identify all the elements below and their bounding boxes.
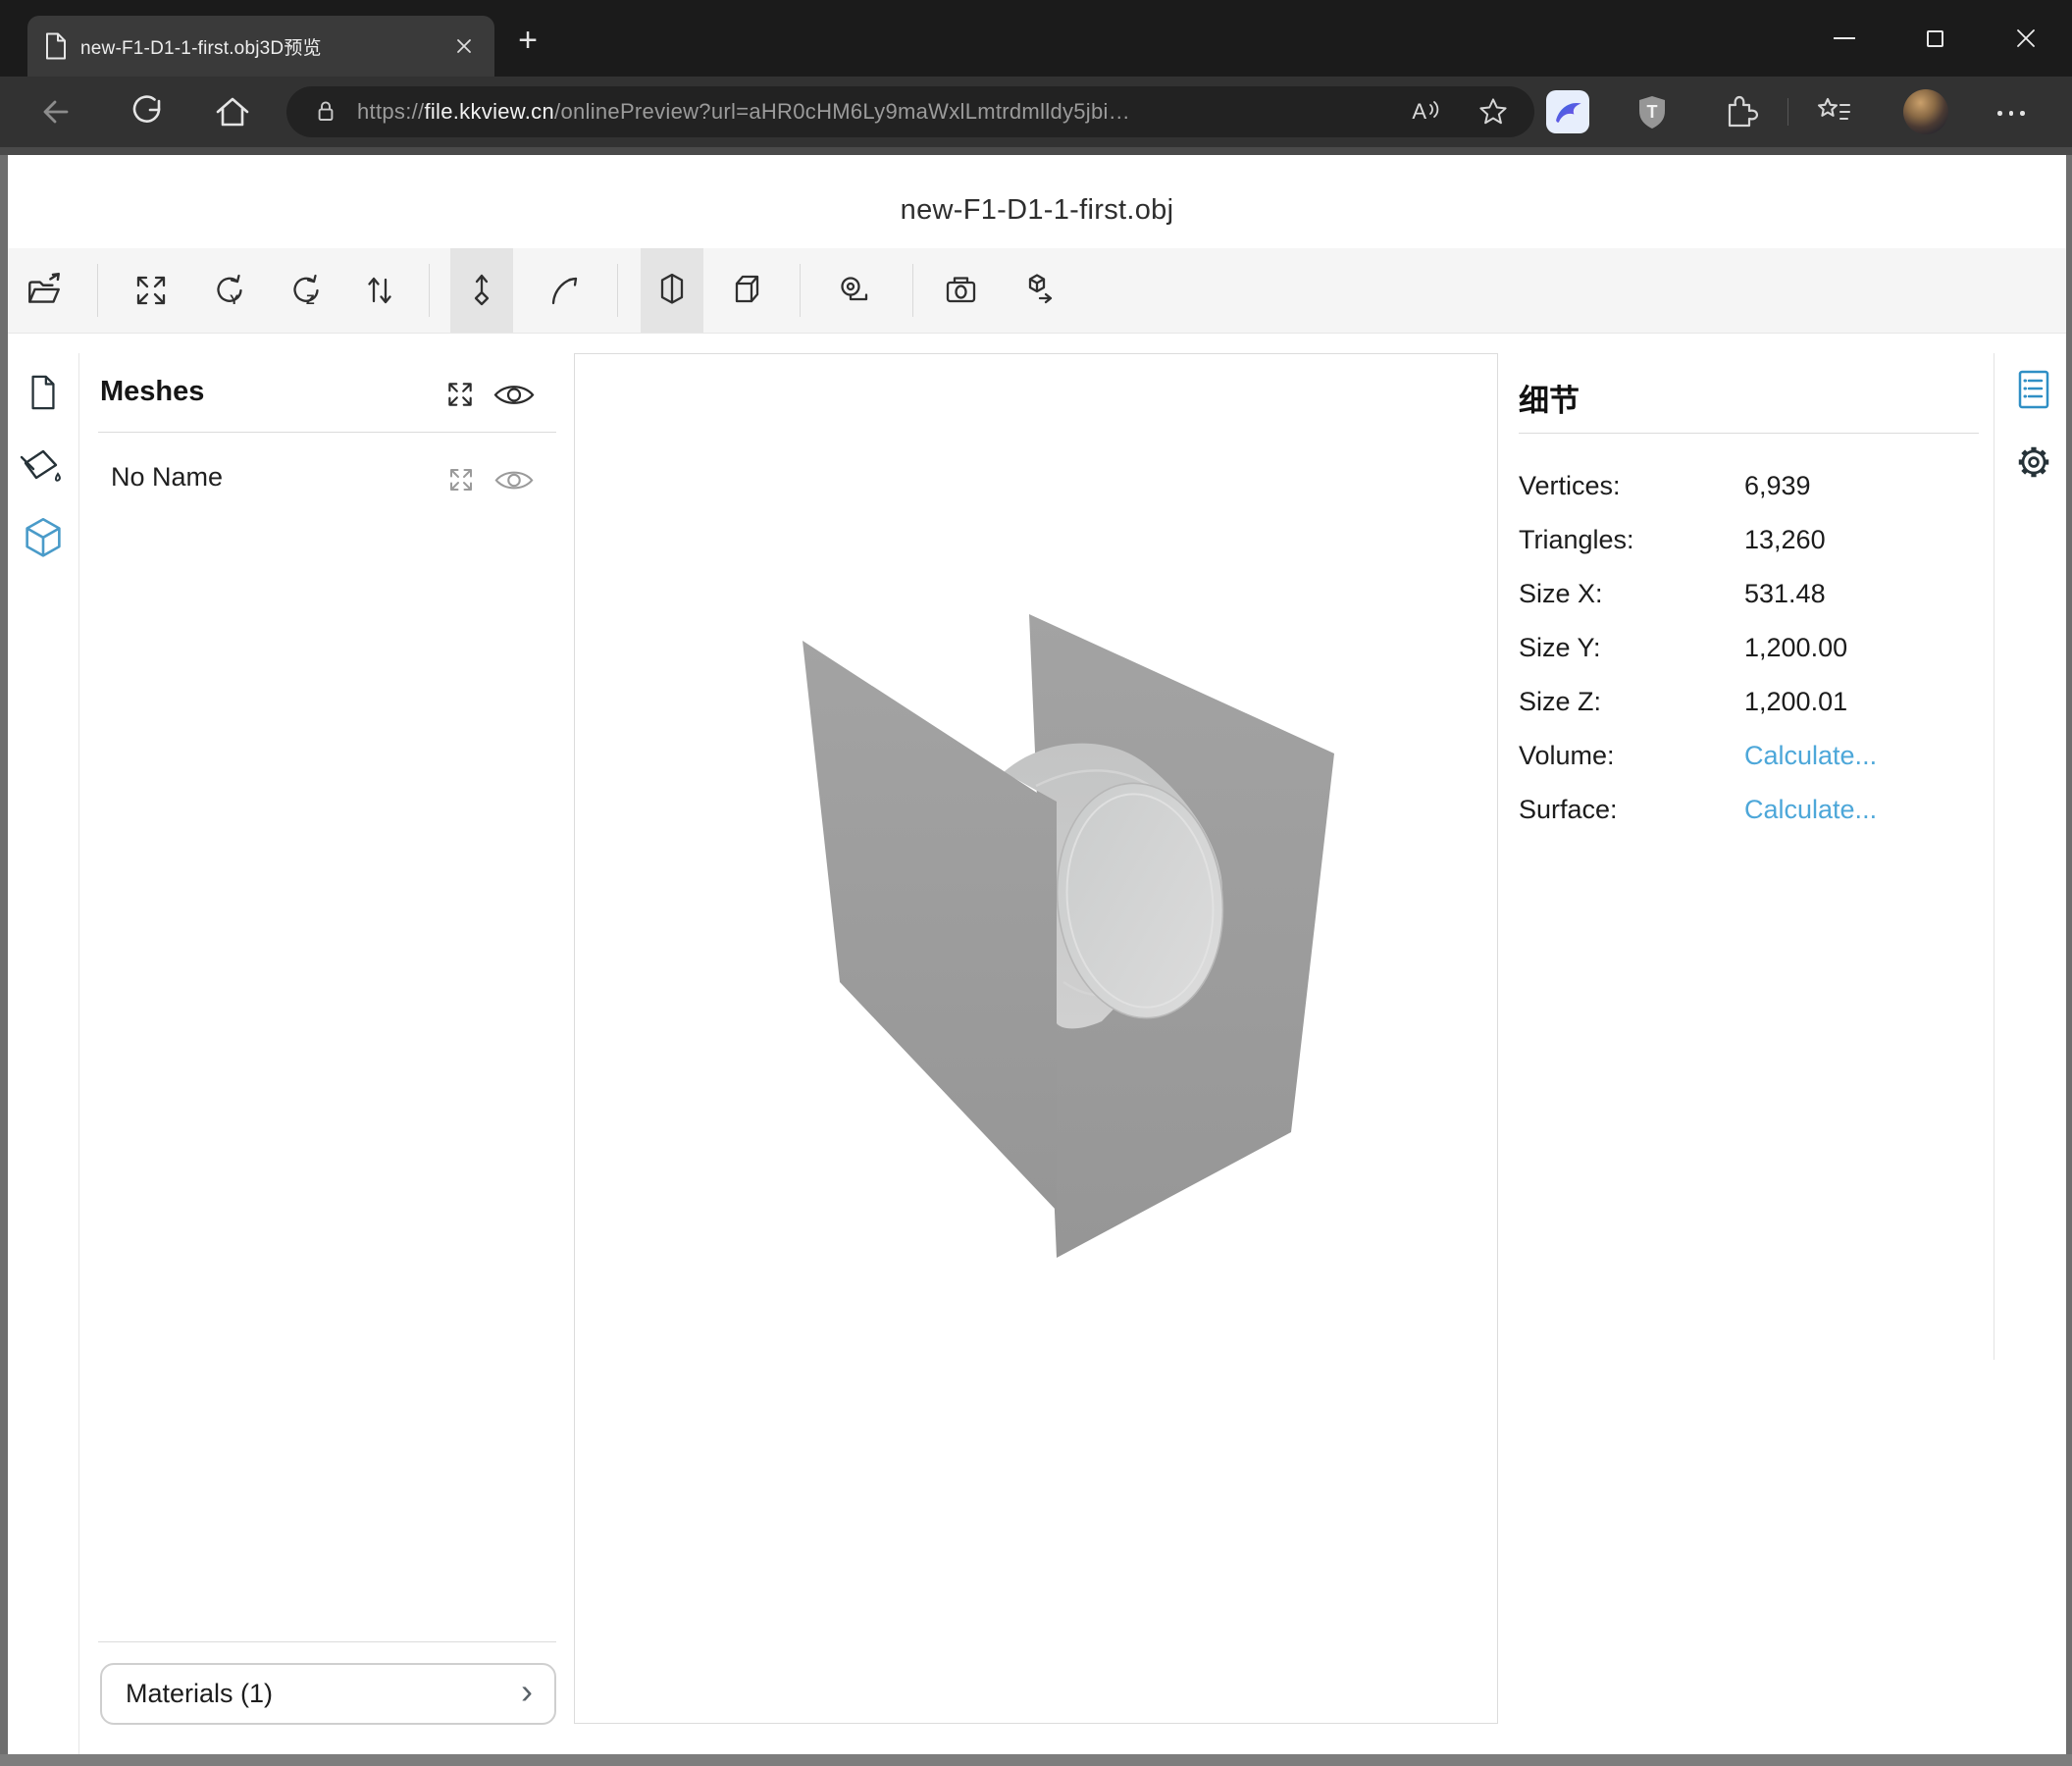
rotate-z-button[interactable]: Z [273, 248, 336, 333]
tab-title: new-F1-D1-1-first.obj3D预览 [80, 33, 438, 60]
meshes-fit-icon[interactable] [444, 379, 476, 410]
address-bar[interactable]: https://file.kkview.cn/onlinePreview?url… [286, 86, 1534, 137]
detail-row-size-z: Size Z:1,200.01 [1519, 687, 1980, 728]
materials-label: Materials (1) [126, 1679, 273, 1709]
new-tab-button[interactable]: + [508, 22, 547, 61]
detail-row-size-x: Size X:531.48 [1519, 579, 1980, 620]
meshes-visibility-icon[interactable] [492, 381, 536, 409]
chevron-right-icon: › [521, 1677, 533, 1706]
materials-panel-icon[interactable] [16, 442, 67, 493]
collections-icon[interactable] [1815, 92, 1854, 131]
solid-view-button[interactable] [641, 248, 703, 333]
screenshot-button[interactable] [930, 248, 993, 333]
window-border-bottom [0, 1754, 2072, 1766]
details-panel-title: 细节 [1519, 376, 1580, 420]
back-icon[interactable] [36, 92, 76, 131]
window-border-right [2066, 155, 2072, 1766]
wireframe-view-button[interactable] [717, 248, 780, 333]
svg-text:Z: Z [306, 291, 315, 307]
titlebar: new-F1-D1-1-first.obj3D预览 + [0, 0, 2072, 77]
settings-gear-icon[interactable] [2013, 442, 2054, 483]
flip-vertical-button[interactable] [348, 248, 411, 333]
svg-text:Y: Y [230, 291, 239, 307]
page-title: new-F1-D1-1-first.obj [8, 194, 2066, 227]
mesh-item-label[interactable]: No Name [111, 462, 223, 493]
viewer-toolbar: Y Z [8, 248, 2066, 334]
meshes-panel-title: Meshes [100, 376, 204, 408]
calculate-surface-link[interactable]: Calculate... [1744, 795, 1877, 825]
url-text: https://file.kkview.cn/onlinePreview?url… [357, 99, 1396, 125]
file-panel-icon[interactable] [26, 373, 61, 412]
minimize-button[interactable] [1830, 24, 1859, 53]
shield-extension-icon[interactable]: T [1632, 92, 1672, 131]
page-top-shadow [0, 147, 2072, 155]
close-window-button[interactable] [2011, 24, 2041, 53]
navigation-bar: https://file.kkview.cn/onlinePreview?url… [0, 77, 2072, 147]
browser-window: new-F1-D1-1-first.obj3D预览 + h [0, 0, 2072, 1766]
svg-text:T: T [1647, 102, 1658, 122]
detail-row-surface: Surface:Calculate... [1519, 795, 1980, 836]
detail-row-vertices: Vertices:6,939 [1519, 471, 1980, 512]
nav-separator [1787, 98, 1788, 126]
fit-view-button[interactable] [120, 248, 182, 333]
refresh-icon[interactable] [128, 92, 167, 131]
maximize-button[interactable] [1920, 24, 1949, 53]
lock-icon [310, 95, 341, 129]
orbit-tool-button[interactable] [533, 248, 596, 333]
materials-divider [98, 1641, 556, 1642]
window-border-left [0, 155, 8, 1766]
favorite-star-icon[interactable] [1476, 94, 1511, 130]
left-strip-divider [78, 353, 79, 1754]
mesh-item-visibility-icon[interactable] [493, 467, 535, 493]
read-aloud-icon[interactable]: A [1412, 99, 1440, 125]
details-panel-icon[interactable] [2015, 369, 2052, 410]
profile-avatar[interactable] [1903, 89, 1948, 134]
tab-close-icon[interactable] [451, 33, 477, 59]
model-viewport[interactable] [574, 353, 1498, 1724]
details-divider [1519, 433, 1979, 434]
mesh-item-fit-icon[interactable] [446, 465, 476, 494]
detail-row-triangles: Triangles:13,260 [1519, 525, 1980, 566]
detail-row-size-y: Size Y:1,200.00 [1519, 633, 1980, 674]
document-icon [45, 32, 67, 60]
bird-extension-icon[interactable] [1546, 90, 1589, 133]
meshes-divider [98, 432, 556, 433]
measure-tool-button[interactable] [824, 248, 887, 333]
detail-row-volume: Volume:Calculate... [1519, 741, 1980, 782]
meshes-panel-icon[interactable] [22, 516, 65, 563]
model-3d-render [575, 354, 1497, 1723]
model-left-plane [803, 641, 1057, 1211]
browser-tab[interactable]: new-F1-D1-1-first.obj3D预览 [27, 16, 494, 77]
extensions-puzzle-icon[interactable] [1719, 92, 1758, 131]
open-file-button[interactable] [13, 248, 76, 333]
browser-menu-icon[interactable] [1997, 111, 2025, 116]
move-tool-button[interactable] [450, 248, 513, 333]
viewer-page: new-F1-D1-1-first.obj Y [8, 155, 2066, 1754]
materials-button[interactable]: Materials (1) › [100, 1663, 556, 1725]
home-icon[interactable] [213, 92, 252, 131]
calculate-volume-link[interactable]: Calculate... [1744, 741, 1877, 771]
export-model-button[interactable] [1007, 248, 1069, 333]
rotate-y-button[interactable]: Y [196, 248, 259, 333]
